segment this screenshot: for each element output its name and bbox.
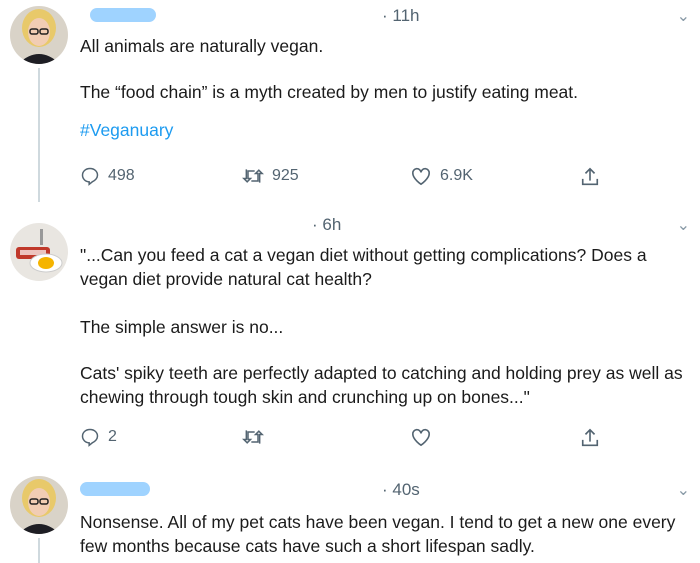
reply-count: 2 (108, 428, 117, 445)
tweet-line: All animals are naturally vegan. (80, 36, 324, 56)
like-icon (410, 427, 432, 447)
retweet-icon (242, 427, 264, 447)
hashtag-link[interactable]: #Veganuary (80, 118, 698, 142)
avatar[interactable] (10, 6, 68, 64)
tweet-line: Nonsense. All of my pet cats have been v… (80, 512, 676, 556)
reply-count: 498 (108, 167, 135, 184)
like-icon (410, 166, 432, 186)
tweet-line: The “food chain” is a myth created by me… (80, 82, 579, 102)
retweet-icon (242, 166, 264, 186)
tweet-line: "...Can you feed a cat a vegan diet with… (80, 245, 647, 289)
retweet-button[interactable] (242, 427, 272, 447)
reply-icon (80, 166, 100, 186)
tweet-line: Cats' spiky teeth are perfectly adapted … (80, 363, 683, 407)
retweet-button[interactable]: 925 (242, 166, 299, 186)
chevron-down-icon[interactable]: ⌄ (677, 215, 690, 235)
tweet-text: "...Can you feed a cat a vegan diet with… (80, 243, 698, 409)
reply-button[interactable]: 498 (80, 166, 135, 186)
share-icon (580, 427, 600, 449)
like-button[interactable]: 6.9K (410, 166, 473, 186)
tweet-timestamp[interactable]: · 6h (312, 215, 341, 235)
tweet-2[interactable]: · 6h ⌄ "...Can you feed a cat a vegan di… (0, 205, 700, 463)
thread-line (38, 538, 40, 563)
share-button[interactable] (580, 166, 600, 188)
tweet-timestamp[interactable]: · 11h (382, 6, 420, 26)
reply-icon (80, 427, 100, 447)
chevron-down-icon[interactable]: ⌄ (677, 480, 690, 500)
tweet-actions: 2 (80, 427, 620, 453)
tweet-header: · 40s ⌄ (80, 480, 690, 506)
like-button[interactable] (410, 427, 440, 447)
avatar[interactable] (10, 223, 68, 281)
tweet-text: Nonsense. All of my pet cats have been v… (80, 510, 690, 558)
share-icon (580, 166, 600, 188)
avatar[interactable] (10, 476, 68, 534)
like-count: 6.9K (440, 167, 473, 184)
redacted-username (90, 8, 156, 22)
tweet-actions: 498 925 6.9K (80, 166, 620, 192)
tweet-timestamp[interactable]: · 40s (382, 480, 420, 500)
reply-button[interactable]: 2 (80, 427, 117, 447)
tweet-3[interactable]: · 40s ⌄ Nonsense. All of my pet cats hav… (0, 470, 700, 563)
chevron-down-icon[interactable]: ⌄ (677, 6, 690, 26)
tweet-line: The simple answer is no... (80, 317, 284, 337)
tweet-text: All animals are naturally vegan. The “fo… (80, 34, 698, 142)
redacted-username (80, 482, 150, 496)
share-button[interactable] (580, 427, 600, 449)
retweet-count: 925 (272, 167, 299, 184)
tweet-1[interactable]: · 11h ⌄ All animals are naturally vegan.… (0, 0, 700, 202)
tweet-header: · 6h ⌄ (80, 215, 690, 241)
thread-line (38, 68, 40, 202)
tweet-header: · 11h ⌄ (80, 6, 690, 32)
